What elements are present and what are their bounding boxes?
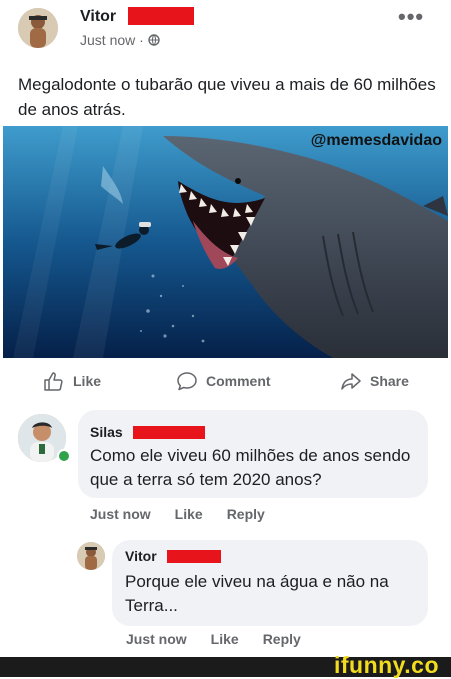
redaction-bar — [167, 550, 221, 563]
comment-button[interactable]: Comment — [176, 370, 271, 392]
post-author-name[interactable]: Vitor — [80, 8, 116, 26]
share-icon — [341, 373, 361, 390]
like-icon — [44, 372, 63, 391]
comment-text: Como ele viveu 60 milhões de anos sendo … — [90, 446, 411, 489]
redaction-bar — [128, 7, 194, 25]
post-meta: Just now · — [80, 32, 160, 48]
comment-timestamp[interactable]: Just now — [90, 506, 151, 522]
ifunny-watermark[interactable]: ifunny.co — [334, 652, 439, 679]
comment-reply-button[interactable]: Reply — [227, 506, 265, 522]
comment-author-name[interactable]: Silas — [90, 424, 123, 440]
ifunny-footer-bar: ifunny.co — [0, 652, 451, 678]
more-options-icon[interactable]: ••• — [398, 4, 424, 30]
reply-author-avatar[interactable] — [77, 542, 105, 570]
online-status-dot — [57, 449, 71, 463]
image-watermark: @memesdavidao — [310, 132, 442, 149]
post-image[interactable]: @memesdavidao — [3, 126, 448, 358]
comment-meta: Just now Like Reply — [90, 506, 265, 522]
redaction-bar — [133, 426, 205, 439]
post-author-avatar[interactable] — [18, 8, 58, 48]
post-timestamp[interactable]: Just now · — [80, 32, 144, 48]
comment-icon — [177, 372, 197, 391]
like-button[interactable]: Like — [43, 370, 101, 392]
post-action-bar: Like Comment Share — [0, 370, 451, 398]
share-button[interactable]: Share — [340, 370, 409, 392]
reply-author-name[interactable]: Vitor — [125, 548, 157, 564]
megalodon-photo — [3, 126, 448, 358]
reply-meta: Just now Like Reply — [126, 631, 301, 647]
globe-icon — [148, 34, 160, 46]
comment-like-button[interactable]: Like — [175, 506, 203, 522]
share-label: Share — [370, 373, 409, 389]
reply-text: Porque ele viveu na água e não na Terra.… — [125, 572, 389, 615]
reply-timestamp[interactable]: Just now — [126, 631, 187, 647]
post-caption: Megalodonte o tubarão que viveu a mais d… — [18, 75, 436, 119]
reply-reply-button[interactable]: Reply — [263, 631, 301, 647]
like-label: Like — [73, 373, 102, 389]
comment-label: Comment — [206, 373, 271, 389]
reply-like-button[interactable]: Like — [211, 631, 239, 647]
